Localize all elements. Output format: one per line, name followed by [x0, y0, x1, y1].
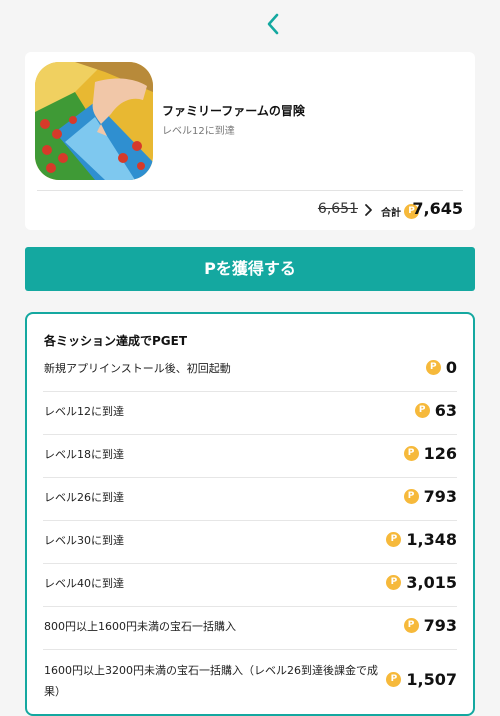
mission-points-value: 126 — [423, 444, 457, 463]
total-label: 合計 — [381, 208, 401, 219]
mission-points: P 1,507 — [386, 670, 457, 689]
mission-label: レベル12に到達 — [44, 405, 124, 418]
chevron-left-icon[interactable] — [262, 10, 286, 38]
mission-points-value: 1,348 — [406, 530, 457, 549]
point-coin-icon: P — [386, 672, 402, 687]
mission-label: 800円以上1600円未満の宝石一括購入 — [44, 620, 236, 633]
mission-row: レベル18に到達 P 126 — [43, 435, 457, 478]
point-coin-icon: P — [414, 403, 430, 418]
mission-points-value: 0 — [445, 358, 457, 377]
point-coin-icon: P — [403, 618, 419, 633]
point-coin-icon: P — [403, 446, 419, 461]
mission-points: P 793 — [403, 616, 457, 635]
total-points: 7,645 — [412, 199, 463, 218]
point-coin-icon: P — [425, 360, 441, 375]
app-subtitle: レベル12に到達 — [162, 126, 235, 137]
mission-points-value: 1,507 — [406, 670, 457, 689]
mission-row: レベル40に到達 P 3,015 — [43, 564, 457, 607]
mission-label: レベル30に到達 — [44, 534, 124, 547]
mission-points-value: 793 — [423, 487, 457, 506]
app-card: ファミリーファームの冒険 レベル12に到達 6,651 合計 P 7,645 — [25, 52, 475, 230]
mission-row: 新規アプリインストール後、初回起動 P 0 — [43, 349, 457, 392]
mission-row: 800円以上1600円未満の宝石一括購入 P 793 — [43, 607, 457, 650]
mission-points-value: 793 — [423, 616, 457, 635]
mission-points-value: 3,015 — [406, 573, 457, 592]
point-coin-icon: P — [403, 489, 419, 504]
mission-points: P 1,348 — [386, 530, 457, 549]
point-coin-icon: P — [386, 575, 402, 590]
mission-row: レベル30に到達 P 1,348 — [43, 521, 457, 564]
mission-points: P 0 — [425, 358, 457, 377]
mission-row: 1600円以上3200円未満の宝石一括購入（レベル26到達後課金で成果） P 1… — [43, 650, 457, 710]
missions-panel: 各ミッション達成でPGET 新規アプリインストール後、初回起動 P 0 レベル1… — [25, 312, 475, 716]
mission-row: レベル26に到達 P 793 — [43, 478, 457, 521]
mission-label: レベル26に到達 — [44, 491, 124, 504]
point-coin-icon: P — [386, 532, 402, 547]
divider — [37, 190, 463, 191]
mission-label: レベル40に到達 — [44, 577, 124, 590]
app-icon — [35, 62, 153, 180]
mission-row: レベル12に到達 P 63 — [43, 392, 457, 435]
missions-title: 各ミッション達成でPGET — [44, 334, 188, 348]
mission-points: P 793 — [403, 487, 457, 506]
mission-points-value: 63 — [434, 401, 457, 420]
mission-points: P 126 — [403, 444, 457, 463]
mission-label: 新規アプリインストール後、初回起動 — [44, 362, 231, 375]
mission-points: P 3,015 — [386, 573, 457, 592]
app-title: ファミリーファームの冒険 — [162, 104, 305, 118]
chevron-right-icon — [365, 204, 372, 216]
top-bar — [0, 0, 500, 48]
mission-label: レベル18に到達 — [44, 448, 124, 461]
mission-points: P 63 — [414, 401, 457, 420]
get-points-button[interactable]: Pを獲得する — [25, 247, 475, 291]
mission-label: 1600円以上3200円未満の宝石一括購入（レベル26到達後課金で成果） — [44, 664, 378, 698]
old-points: 6,651 — [317, 201, 358, 217]
